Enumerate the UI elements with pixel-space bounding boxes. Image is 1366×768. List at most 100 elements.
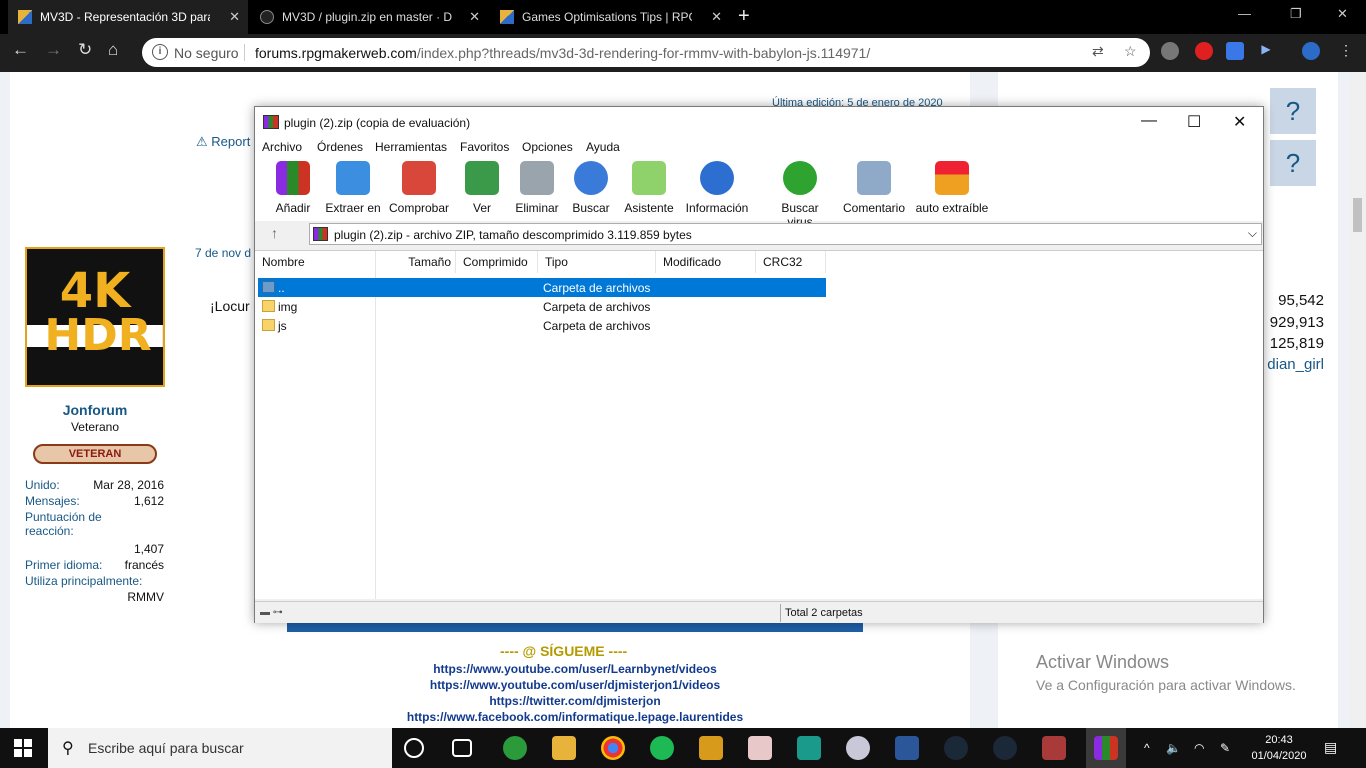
magnifier-icon: [574, 161, 608, 195]
page-scrollbar[interactable]: [1350, 72, 1366, 728]
menu-favoritos[interactable]: Favoritos: [460, 140, 509, 154]
add-button[interactable]: Añadir: [271, 161, 315, 215]
extension-icon[interactable]: [1161, 42, 1179, 60]
paint-icon[interactable]: [846, 736, 870, 760]
divider: [780, 604, 781, 622]
browser-tab-games[interactable]: Games Optimisations Tips | RPG M ✕: [490, 0, 730, 34]
browser-tab-github[interactable]: MV3D / plugin.zip en master · Dr ✕: [250, 0, 488, 34]
minimize-icon[interactable]: —: [1141, 112, 1157, 130]
list-item[interactable]: .. Carpeta de archivos: [258, 278, 826, 297]
notifications-icon[interactable]: ▤: [1324, 739, 1337, 756]
extension-icon[interactable]: [1195, 42, 1213, 60]
test-button[interactable]: Comprobar: [388, 161, 450, 215]
close-icon[interactable]: ✕: [229, 9, 240, 25]
find-button[interactable]: Buscar: [571, 161, 611, 215]
scrollbar-thumb[interactable]: [1353, 198, 1362, 232]
browser-tab-mv3d[interactable]: MV3D - Representación 3D para R ✕: [8, 0, 248, 34]
virus-scan-button[interactable]: Buscar virus: [767, 161, 833, 229]
taskbar-search[interactable]: ⚲ Escribe aquí para buscar: [48, 728, 392, 768]
app-icon[interactable]: [503, 736, 527, 760]
drive-icon[interactable]: ▬ ⊶: [260, 607, 283, 618]
column-header-modified[interactable]: Modificado: [656, 251, 756, 273]
comment-button[interactable]: Comentario: [841, 161, 907, 215]
column-header-name[interactable]: Nombre: [255, 251, 376, 273]
file-list[interactable]: Nombre Tamaño Comprimido Tipo Modificado…: [255, 250, 1263, 599]
bookmark-star-icon[interactable]: ☆: [1124, 43, 1137, 60]
url-text[interactable]: forums.rpgmakerweb.com/index.php?threads…: [255, 45, 870, 61]
username[interactable]: Jonforum: [25, 402, 165, 418]
google-translate-icon[interactable]: [1226, 42, 1244, 60]
user-avatar[interactable]: 4K HDR: [25, 247, 165, 387]
rpgmaker-icon[interactable]: [1042, 736, 1066, 760]
volume-icon[interactable]: 🔈: [1166, 741, 1181, 755]
info-button[interactable]: Información: [683, 161, 751, 215]
stat-value-messages[interactable]: 1,612: [134, 494, 164, 508]
report-link[interactable]: ⚠ Report: [196, 134, 250, 150]
signature-link-facebook[interactable]: https://www.facebook.com/informatique.le…: [0, 710, 1150, 724]
list-item[interactable]: img Carpeta de archivos: [258, 297, 826, 316]
member-avatar[interactable]: ?: [1270, 140, 1316, 186]
magic-wand-icon: [632, 161, 666, 195]
back-icon[interactable]: ←: [12, 40, 29, 60]
post-date[interactable]: 7 de nov d: [195, 246, 251, 260]
app-icon[interactable]: [699, 736, 723, 760]
forward-icon[interactable]: →: [45, 40, 62, 60]
delete-button[interactable]: Eliminar: [514, 161, 560, 215]
minimize-icon[interactable]: —: [1238, 6, 1251, 21]
home-icon[interactable]: ⌂: [108, 40, 118, 60]
steam-icon[interactable]: [993, 736, 1017, 760]
app-icon[interactable]: [748, 736, 772, 760]
menu-icon[interactable]: ⋮: [1337, 42, 1355, 60]
system-clock[interactable]: 20:43 01/04/2020: [1244, 732, 1314, 764]
view-button[interactable]: Ver: [460, 161, 504, 215]
close-icon[interactable]: ✕: [1233, 112, 1246, 132]
reload-icon[interactable]: ↻: [78, 40, 92, 60]
column-header-crc[interactable]: CRC32: [756, 251, 826, 273]
wizard-button[interactable]: Asistente: [623, 161, 675, 215]
menu-herramientas[interactable]: Herramientas: [375, 140, 447, 154]
sfx-button[interactable]: auto extraíble: [915, 161, 989, 215]
menu-opciones[interactable]: Opciones: [522, 140, 573, 154]
menu-ordenes[interactable]: Órdenes: [317, 140, 363, 154]
pen-icon[interactable]: ✎: [1220, 741, 1230, 755]
translate-icon[interactable]: ⇄: [1092, 43, 1104, 60]
winrar-titlebar[interactable]: plugin (2).zip (copia de evaluación) — ☐…: [255, 107, 1263, 137]
windows-start-icon[interactable]: [14, 739, 32, 757]
cast-icon[interactable]: ▶: [1257, 42, 1275, 60]
info-icon[interactable]: i: [152, 44, 168, 60]
file-explorer-icon[interactable]: [552, 736, 576, 760]
archive-path-bar[interactable]: plugin (2).zip - archivo ZIP, tamaño des…: [309, 223, 1262, 245]
close-icon[interactable]: ✕: [469, 9, 480, 25]
up-folder-icon[interactable]: ↑: [271, 225, 278, 241]
address-bar[interactable]: i No seguro forums.rpgmakerweb.com/index…: [142, 38, 1150, 67]
signature-link-youtube1[interactable]: https://www.youtube.com/user/Learnbynet/…: [0, 662, 1150, 676]
list-item[interactable]: js Carpeta de archivos: [258, 316, 826, 335]
menu-ayuda[interactable]: Ayuda: [586, 140, 620, 154]
signature-link-youtube2[interactable]: https://www.youtube.com/user/djmisterjon…: [0, 678, 1150, 692]
column-header-size[interactable]: Tamaño: [376, 251, 456, 273]
spotify-icon[interactable]: [650, 736, 674, 760]
maximize-icon[interactable]: ☐: [1187, 112, 1201, 132]
close-icon[interactable]: ✕: [711, 9, 722, 25]
chrome-icon[interactable]: [601, 736, 625, 760]
close-window-icon[interactable]: ✕: [1337, 6, 1348, 22]
task-view-icon[interactable]: [452, 739, 472, 757]
network-icon[interactable]: ◠: [1194, 741, 1204, 755]
new-tab-icon[interactable]: +: [738, 5, 750, 28]
steam-icon[interactable]: [944, 736, 968, 760]
column-header-type[interactable]: Tipo: [538, 251, 656, 273]
cortana-icon[interactable]: [404, 738, 424, 758]
app-icon[interactable]: [797, 736, 821, 760]
menu-archivo[interactable]: Archivo: [262, 140, 302, 154]
winrar-icon: [263, 115, 279, 129]
word-icon[interactable]: [895, 736, 919, 760]
extract-button[interactable]: Extraer en: [325, 161, 381, 215]
restore-icon[interactable]: ❐: [1290, 6, 1302, 22]
chevron-up-icon[interactable]: ^: [1144, 741, 1150, 755]
member-avatar[interactable]: ?: [1270, 88, 1316, 134]
latest-member-link[interactable]: dian_girl: [1267, 356, 1324, 373]
profile-avatar[interactable]: [1302, 42, 1320, 60]
chevron-down-icon[interactable]: ⌵: [1248, 226, 1257, 241]
signature-link-twitter[interactable]: https://twitter.com/djmisterjon: [0, 694, 1150, 708]
column-header-packed[interactable]: Comprimido: [456, 251, 538, 273]
